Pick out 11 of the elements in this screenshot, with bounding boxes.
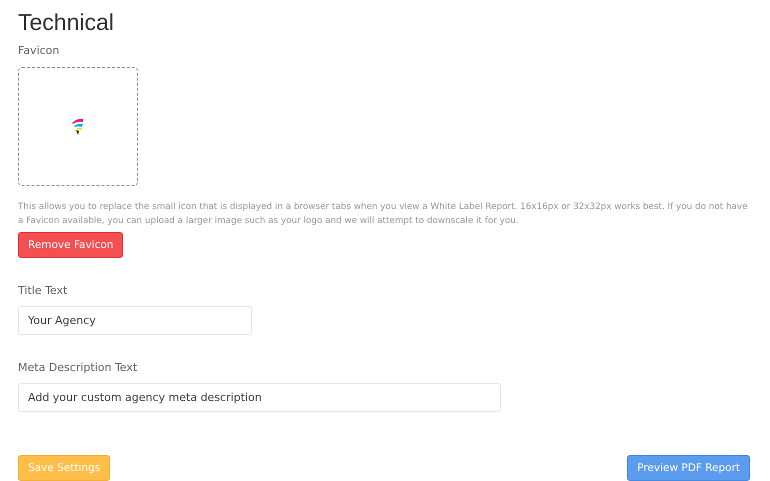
- field-label: Favicon: [18, 44, 60, 58]
- logo-icon: [71, 118, 85, 136]
- field-label: Meta Description Text: [18, 361, 138, 376]
- remove-favicon-button[interactable]: Remove Favicon: [18, 232, 124, 258]
- preview-button[interactable]: Preview PDF Report: [627, 455, 750, 481]
- favicon-dropzone[interactable]: [18, 67, 138, 186]
- text-field[interactable]: Your Agency: [18, 306, 252, 336]
- field-label: Title Text: [18, 284, 68, 298]
- help-text: This allows you to replace the small icon that is displayed in a browser tabs when you view a White Label Report. 16x16px or 32x32px works best. If you do not have a Favicon available, you can upload a larger image such as your logo and we will attempt to downscale it for you.: [18, 201, 749, 228]
- section-heading: Technical: [18, 8, 115, 36]
- text-field[interactable]: Add your custom agency meta description: [18, 383, 501, 412]
